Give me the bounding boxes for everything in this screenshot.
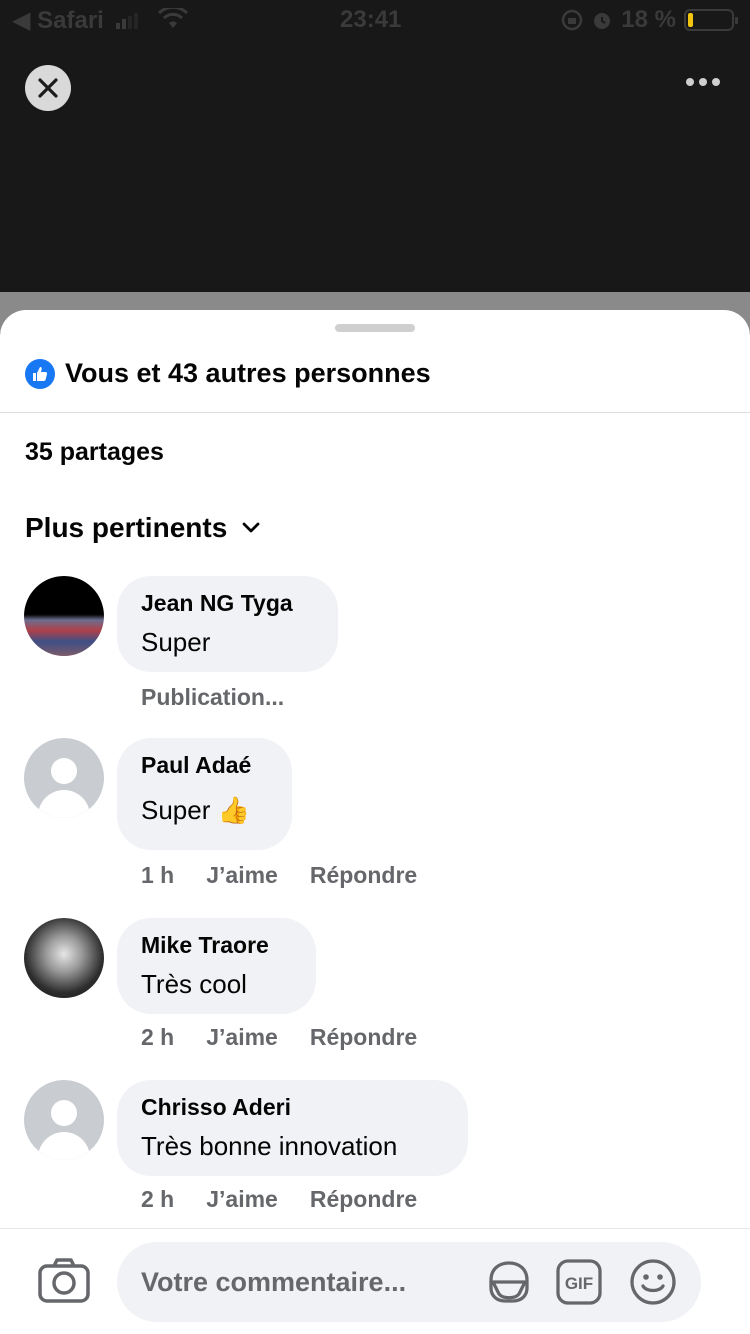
like-comment-button[interactable]: J’aime bbox=[206, 1024, 278, 1051]
comment-meta: 1 h J’aime Répondre bbox=[141, 862, 417, 889]
gif-icon: GIF bbox=[556, 1259, 602, 1305]
comment-author[interactable]: Paul Adaé bbox=[141, 752, 268, 779]
clock: 23:41 bbox=[340, 6, 402, 33]
alarm-icon bbox=[594, 13, 611, 29]
comment-text: Très bonne innovation bbox=[141, 1131, 398, 1161]
camera-button[interactable] bbox=[38, 1257, 90, 1308]
comment-bubble[interactable]: Chrisso Aderi Très bonne innovation bbox=[117, 1080, 468, 1176]
divider bbox=[0, 412, 750, 413]
comment-time: 2 h bbox=[141, 1024, 175, 1050]
comment-text: Très cool bbox=[141, 969, 247, 999]
likes-text: Vous et 43 autres personnes bbox=[65, 358, 431, 388]
comments-sheet: Vous et 43 autres personnes 35 partages … bbox=[0, 310, 750, 1334]
comment-bubble[interactable]: Jean NG Tyga Super bbox=[117, 576, 338, 672]
emoji-button[interactable] bbox=[629, 1258, 677, 1306]
comment-time: 2 h bbox=[141, 1186, 175, 1212]
like-comment-button[interactable]: J’aime bbox=[206, 1186, 278, 1213]
close-icon bbox=[38, 78, 58, 98]
comment-meta: Publication... bbox=[141, 684, 284, 711]
avatar[interactable] bbox=[24, 576, 104, 656]
comment-bubble[interactable]: Paul Adaé Super 👍 bbox=[117, 738, 292, 850]
back-to-app[interactable]: ◀ Safari bbox=[12, 6, 138, 35]
sort-dropdown[interactable]: Plus pertinents bbox=[25, 512, 261, 544]
reply-button[interactable]: Répondre bbox=[310, 1024, 417, 1051]
like-icon bbox=[25, 358, 55, 389]
avatar[interactable] bbox=[24, 918, 104, 998]
comment-input[interactable] bbox=[141, 1260, 471, 1304]
shares-count[interactable]: 35 partages bbox=[25, 438, 164, 467]
comment-author[interactable]: Mike Traore bbox=[141, 932, 292, 959]
status-bar: ◀ Safari 23:41 18 % bbox=[0, 0, 750, 40]
comment-author[interactable]: Chrisso Aderi bbox=[141, 1094, 444, 1121]
avatar[interactable] bbox=[24, 1080, 104, 1160]
more-icon bbox=[686, 78, 694, 86]
comment-meta: 2 h J’aime Répondre bbox=[141, 1024, 417, 1051]
orientation-lock-icon bbox=[562, 9, 583, 31]
comment-input-container[interactable]: GIF bbox=[117, 1242, 701, 1322]
comment-meta: 2 h J’aime Répondre bbox=[141, 1186, 417, 1213]
close-button[interactable] bbox=[25, 65, 71, 111]
back-app-label: ◀ Safari bbox=[12, 7, 104, 34]
sheet-handle[interactable] bbox=[335, 324, 415, 332]
comment-author[interactable]: Jean NG Tyga bbox=[141, 590, 314, 617]
posting-status: Publication... bbox=[141, 684, 285, 710]
reply-button[interactable]: Répondre bbox=[310, 1186, 417, 1213]
sticker-icon bbox=[489, 1261, 529, 1303]
sticker-button[interactable] bbox=[485, 1258, 533, 1306]
emoji-icon bbox=[630, 1259, 676, 1305]
more-options-button[interactable] bbox=[686, 78, 720, 86]
battery-icon bbox=[684, 9, 738, 31]
svg-text:GIF: GIF bbox=[565, 1274, 593, 1293]
avatar[interactable] bbox=[24, 738, 104, 818]
cellular-signal-icon bbox=[115, 12, 138, 29]
comment-text: Super 👍 bbox=[141, 795, 250, 825]
comment-time: 1 h bbox=[141, 862, 175, 888]
reply-button[interactable]: Répondre bbox=[310, 862, 417, 889]
battery-percent: 18 % bbox=[621, 6, 676, 33]
chevron-down-icon bbox=[242, 522, 260, 533]
reactions-summary[interactable]: Vous et 43 autres personnes bbox=[25, 358, 431, 389]
gif-button[interactable]: GIF bbox=[555, 1258, 603, 1306]
comment-composer: GIF bbox=[0, 1228, 750, 1334]
sort-label: Plus pertinents bbox=[25, 512, 228, 543]
camera-icon bbox=[38, 1258, 90, 1303]
like-comment-button[interactable]: J’aime bbox=[206, 862, 278, 889]
wifi-icon bbox=[158, 8, 188, 28]
comment-text: Super bbox=[141, 627, 211, 657]
comment-bubble[interactable]: Mike Traore Très cool bbox=[117, 918, 316, 1014]
